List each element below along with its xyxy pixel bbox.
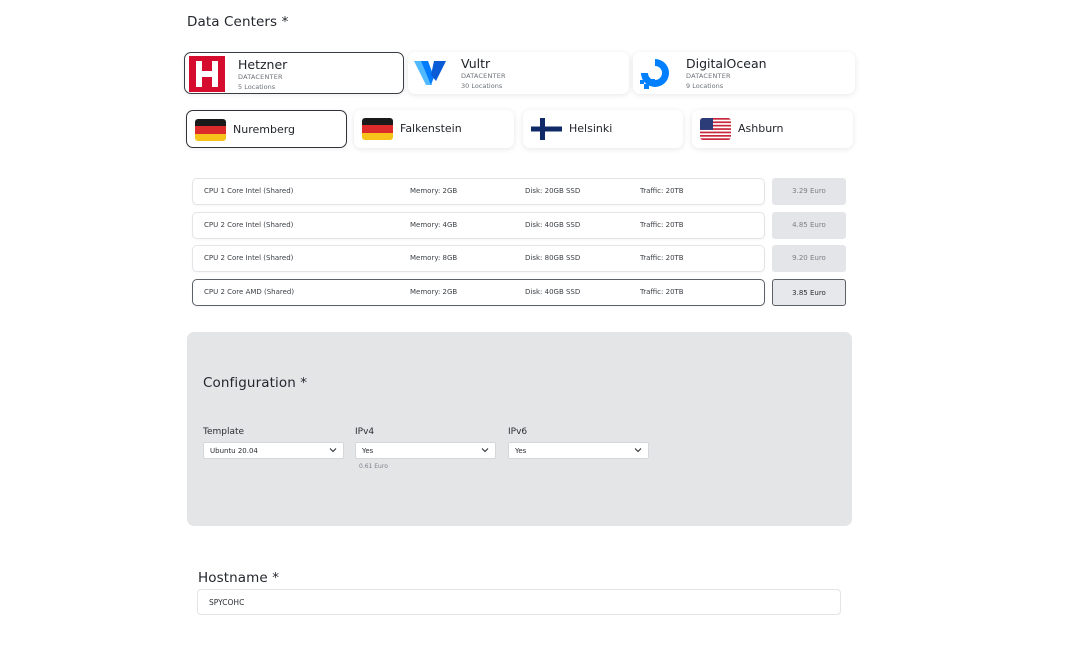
provider-card-vultr[interactable]: Vultr DATACENTER 30 Locations <box>408 52 629 94</box>
provider-locations: 5 Locations <box>238 83 276 91</box>
ipv4-price-note: 0.61 Euro <box>359 463 388 470</box>
location-label: Nuremberg <box>233 123 296 136</box>
plan-memory: Memory: 8GB <box>410 254 458 262</box>
provider-name: DigitalOcean <box>686 56 767 71</box>
hetzner-logo-icon <box>189 56 225 92</box>
location-card-helsinki[interactable]: Helsinki <box>523 110 683 148</box>
plan-row[interactable]: CPU 2 Core Intel (Shared) Memory: 8GB Di… <box>192 245 765 272</box>
ipv4-label: IPv4 <box>355 427 375 437</box>
template-label: Template <box>203 427 245 437</box>
plan-traffic: Traffic: 20TB <box>640 254 684 262</box>
chevron-down-icon <box>481 448 489 453</box>
plan-traffic: Traffic: 20TB <box>640 221 684 229</box>
provider-type: DATACENTER <box>238 73 283 81</box>
hostname-input[interactable] <box>197 589 841 615</box>
plan-cpu: CPU 2 Core Intel (Shared) <box>204 254 294 262</box>
location-label: Ashburn <box>738 122 784 135</box>
plan-disk: Disk: 40GB SSD <box>525 288 581 296</box>
plan-memory: Memory: 2GB <box>410 187 458 195</box>
plan-row[interactable]: CPU 1 Core Intel (Shared) Memory: 2GB Di… <box>192 178 765 205</box>
location-card-falkenstein[interactable]: Falkenstein <box>354 110 514 148</box>
plan-disk: Disk: 80GB SSD <box>525 254 581 262</box>
plan-cpu: CPU 2 Core AMD (Shared) <box>204 288 295 296</box>
configuration-panel: Configuration * Template Ubuntu 20.04 IP… <box>187 332 852 526</box>
ipv6-label: IPv6 <box>508 427 528 437</box>
location-card-ashburn[interactable]: Ashburn <box>692 110 853 148</box>
ipv4-select[interactable]: Yes <box>355 442 496 459</box>
plan-memory: Memory: 2GB <box>410 288 458 296</box>
plan-traffic: Traffic: 20TB <box>640 288 684 296</box>
location-card-nuremberg[interactable]: Nuremberg <box>186 110 347 148</box>
chevron-down-icon <box>329 448 337 453</box>
plan-price-button[interactable]: 3.29 Euro <box>772 178 846 205</box>
plan-row[interactable]: CPU 2 Core Intel (Shared) Memory: 4GB Di… <box>192 212 765 239</box>
provider-type: DATACENTER <box>461 72 506 80</box>
plan-memory: Memory: 4GB <box>410 221 458 229</box>
vultr-logo-icon <box>414 61 446 85</box>
template-select[interactable]: Ubuntu 20.04 <box>203 442 344 459</box>
provider-name: Hetzner <box>238 57 288 72</box>
usa-flag-icon <box>700 118 731 140</box>
plan-disk: Disk: 40GB SSD <box>525 221 581 229</box>
provider-name: Vultr <box>461 56 491 71</box>
template-value: Ubuntu 20.04 <box>210 447 258 455</box>
chevron-down-icon <box>634 448 642 453</box>
configuration-title: Configuration * <box>203 375 308 391</box>
provider-card-digitalocean[interactable]: DigitalOcean DATACENTER 9 Locations <box>633 52 855 94</box>
ipv4-value: Yes <box>362 447 374 455</box>
plan-price-button[interactable]: 3.85 Euro <box>772 279 846 306</box>
provider-locations: 9 Locations <box>686 82 724 90</box>
plan-cpu: CPU 2 Core Intel (Shared) <box>204 221 294 229</box>
plan-cpu: CPU 1 Core Intel (Shared) <box>204 187 294 195</box>
germany-flag-icon <box>195 119 226 141</box>
finland-flag-icon <box>531 118 562 140</box>
location-label: Falkenstein <box>400 122 462 135</box>
location-label: Helsinki <box>569 122 613 135</box>
hostname-title: Hostname * <box>198 570 280 586</box>
ipv6-value: Yes <box>515 447 527 455</box>
plan-row[interactable]: CPU 2 Core AMD (Shared) Memory: 2GB Disk… <box>192 279 765 306</box>
germany-flag-icon <box>362 118 393 140</box>
provider-type: DATACENTER <box>686 72 731 80</box>
digitalocean-logo-icon <box>640 59 669 89</box>
plan-traffic: Traffic: 20TB <box>640 187 684 195</box>
provider-card-hetzner[interactable]: Hetzner DATACENTER 5 Locations <box>184 52 404 94</box>
ipv6-select[interactable]: Yes <box>508 442 649 459</box>
provider-locations: 30 Locations <box>461 82 503 90</box>
datacenters-title: Data Centers * <box>187 14 289 30</box>
plan-disk: Disk: 20GB SSD <box>525 187 581 195</box>
plan-price-button[interactable]: 9.20 Euro <box>772 245 846 272</box>
plan-price-button[interactable]: 4.85 Euro <box>772 212 846 239</box>
